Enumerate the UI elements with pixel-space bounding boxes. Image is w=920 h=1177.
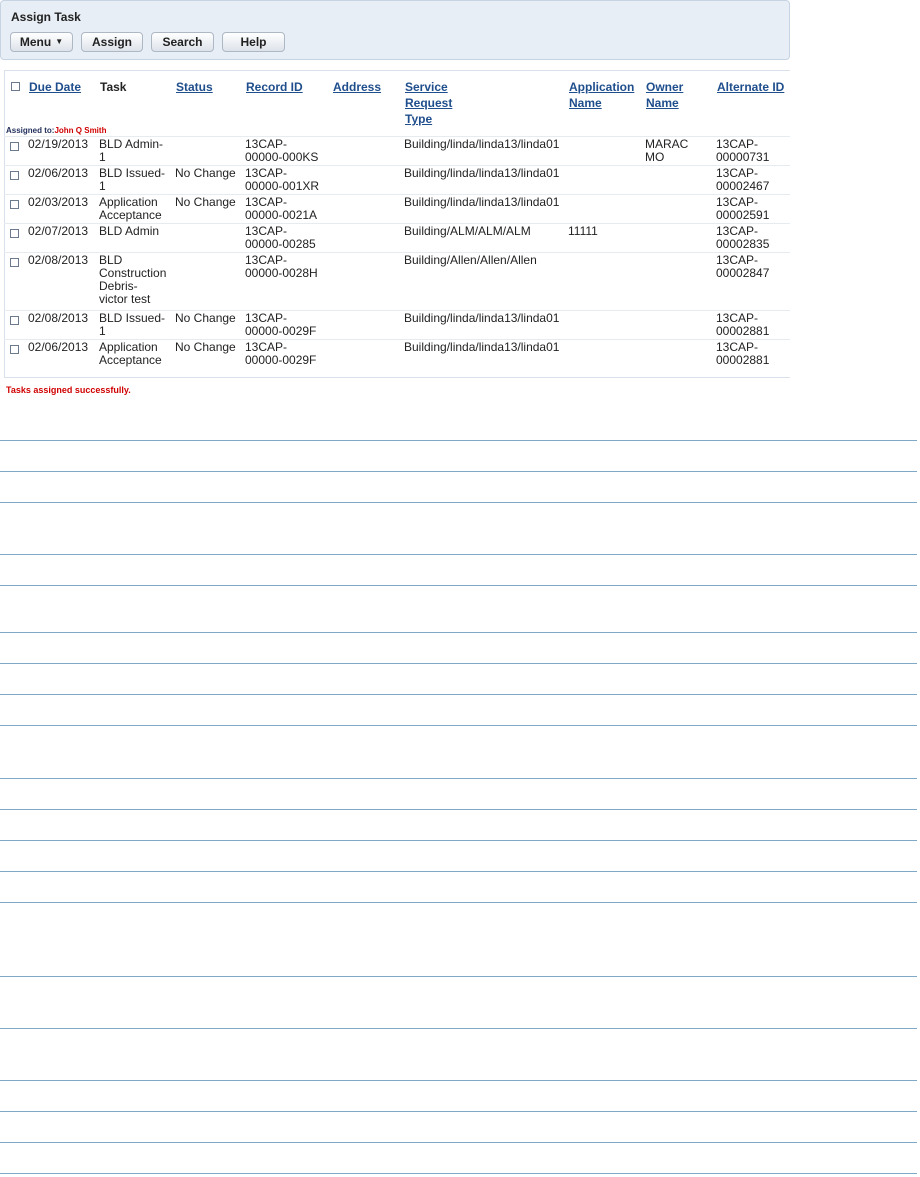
assign-task-panel: Assign Task Menu ▼ Assign Search Help <box>0 0 790 60</box>
column-due-date[interactable]: Due Date <box>29 79 81 95</box>
ruled-line <box>0 809 917 810</box>
task-cell: Application Acceptance <box>99 195 162 222</box>
search-button[interactable]: Search <box>151 32 214 52</box>
ruled-line <box>0 840 917 841</box>
column-owner-name[interactable]: Owner Name <box>646 79 683 111</box>
ruled-line <box>0 663 917 664</box>
ruled-line <box>0 585 917 586</box>
record-id-cell: 13CAP- 00000-0029F <box>245 340 317 367</box>
column-address[interactable]: Address <box>333 79 381 95</box>
task-cell: BLD Issued- 1 <box>99 166 166 193</box>
menu-button[interactable]: Menu ▼ <box>10 32 73 52</box>
table-row: 02/08/2013 BLD Construction Debris- vict… <box>4 252 790 310</box>
panel-title: Assign Task <box>11 10 81 24</box>
success-message: Tasks assigned successfully. <box>6 385 131 395</box>
alternate-id-cell: 13CAP- 00002881 <box>716 311 770 338</box>
ruled-line <box>0 1080 917 1081</box>
ruled-line <box>0 1173 917 1174</box>
record-id-cell: 13CAP- 00000-001XR <box>245 166 320 193</box>
task-cell: BLD Admin- 1 <box>99 137 164 164</box>
record-id-cell: 13CAP- 00000-0028H <box>245 253 318 280</box>
table-row: 02/06/2013 BLD Issued- 1 No Change 13CAP… <box>4 165 790 194</box>
row-checkbox[interactable] <box>10 316 19 325</box>
table-row: 02/06/2013 Application Acceptance No Cha… <box>4 339 790 368</box>
column-task: Task <box>100 80 127 94</box>
assigned-to-label: Assigned to:John Q Smith <box>6 126 106 135</box>
ruled-line <box>0 440 917 441</box>
ruled-line <box>0 871 917 872</box>
row-checkbox[interactable] <box>10 200 19 209</box>
service-request-type-cell: Building/ALM/ALM/ALM <box>404 224 531 238</box>
ruled-line <box>0 902 917 903</box>
ruled-line <box>0 694 917 695</box>
task-cell: Application Acceptance <box>99 340 162 367</box>
row-checkbox[interactable] <box>10 142 19 151</box>
column-record-id[interactable]: Record ID <box>246 79 303 95</box>
row-checkbox[interactable] <box>10 171 19 180</box>
menu-button-label: Menu <box>19 35 52 49</box>
ruled-line <box>0 554 917 555</box>
service-request-type-cell: Building/linda/linda13/linda01 <box>404 195 560 209</box>
row-checkbox[interactable] <box>10 345 19 354</box>
column-service-request-type[interactable]: Service Request Type <box>405 79 452 127</box>
application-name-cell: 11111 <box>568 224 598 238</box>
help-button[interactable]: Help <box>222 32 285 52</box>
record-id-cell: 13CAP- 00000-000KS <box>245 137 319 164</box>
record-id-cell: 13CAP- 00000-00285 <box>245 224 316 251</box>
assigned-to-prefix: Assigned to: <box>6 126 55 135</box>
table-row: 02/19/2013 BLD Admin- 1 13CAP- 00000-000… <box>4 136 790 165</box>
assign-button[interactable]: Assign <box>81 32 143 52</box>
alternate-id-cell: 13CAP- 00002835 <box>716 224 770 251</box>
ruled-line <box>0 1028 917 1029</box>
column-alternate-id[interactable]: Alternate ID <box>717 79 784 95</box>
task-cell: BLD Issued- 1 <box>99 311 166 338</box>
alternate-id-cell: 13CAP- 00002591 <box>716 195 770 222</box>
row-checkbox[interactable] <box>10 229 19 238</box>
select-all-checkbox[interactable] <box>11 82 20 91</box>
alternate-id-cell: 13CAP- 00002881 <box>716 340 770 367</box>
status-cell: No Change <box>175 166 236 180</box>
due-date-cell: 02/06/2013 <box>28 340 89 354</box>
table-row: 02/03/2013 Application Acceptance No Cha… <box>4 194 790 223</box>
alternate-id-cell: 13CAP- 00000731 <box>716 137 770 164</box>
due-date-cell: 02/06/2013 <box>28 166 89 180</box>
ruled-line <box>0 725 917 726</box>
table-row: 02/08/2013 BLD Issued- 1 No Change 13CAP… <box>4 310 790 339</box>
task-cell: BLD Admin <box>99 224 160 238</box>
table-row: 02/07/2013 BLD Admin 13CAP- 00000-00285 … <box>4 223 790 252</box>
task-cell: BLD Construction Debris- victor test <box>99 253 167 306</box>
ruled-line <box>0 502 917 503</box>
alternate-id-cell: 13CAP- 00002847 <box>716 253 770 280</box>
due-date-cell: 02/07/2013 <box>28 224 89 238</box>
due-date-cell: 02/08/2013 <box>28 311 89 325</box>
row-checkbox[interactable] <box>10 258 19 267</box>
column-application-name[interactable]: Application Name <box>569 79 634 111</box>
record-id-cell: 13CAP- 00000-0029F <box>245 311 317 338</box>
ruled-line <box>0 1142 917 1143</box>
status-cell: No Change <box>175 340 236 354</box>
service-request-type-cell: Building/linda/linda13/linda01 <box>404 166 560 180</box>
ruled-line <box>0 1111 917 1112</box>
service-request-type-cell: Building/Allen/Allen/Allen <box>404 253 537 267</box>
ruled-line <box>0 471 917 472</box>
service-request-type-cell: Building/linda/linda13/linda01 <box>404 340 560 354</box>
ruled-line <box>0 778 917 779</box>
alternate-id-cell: 13CAP- 00002467 <box>716 166 770 193</box>
chevron-down-icon: ▼ <box>55 37 64 46</box>
service-request-type-cell: Building/linda/linda13/linda01 <box>404 137 560 151</box>
ruled-line <box>0 976 917 977</box>
column-status[interactable]: Status <box>176 79 213 95</box>
due-date-cell: 02/03/2013 <box>28 195 89 209</box>
due-date-cell: 02/19/2013 <box>28 137 89 151</box>
status-cell: No Change <box>175 311 236 325</box>
owner-name-cell: MARAC MO <box>645 137 689 164</box>
assigned-to-name: John Q Smith <box>54 126 107 135</box>
service-request-type-cell: Building/linda/linda13/linda01 <box>404 311 560 325</box>
ruled-line <box>0 632 917 633</box>
grid-header: Due Date Task Status Record ID Address S… <box>5 71 790 127</box>
status-cell: No Change <box>175 195 236 209</box>
due-date-cell: 02/08/2013 <box>28 253 89 267</box>
record-id-cell: 13CAP- 00000-0021A <box>245 195 318 222</box>
